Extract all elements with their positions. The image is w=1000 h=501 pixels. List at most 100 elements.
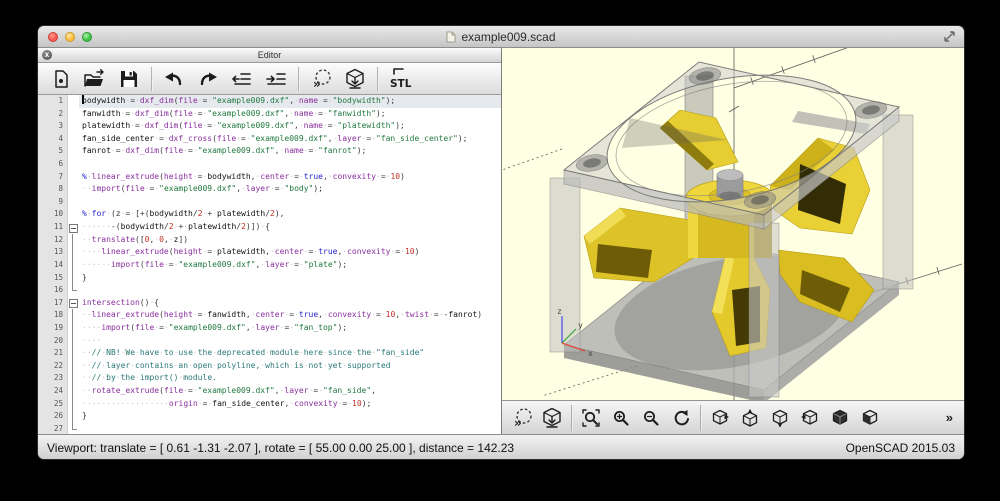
- code-line-text[interactable]: fanrot·=·dxf_dim(file·=·"example009.dxf"…: [79, 145, 501, 158]
- editor-pane: x Editor »STL 1bodywidth·=·dxf_dim(file·…: [38, 48, 502, 434]
- code-line-text[interactable]: intersection()·{: [79, 297, 501, 310]
- line-number: 24: [38, 385, 68, 398]
- code-line[interactable]: 13····linear_extrude(height·=·platewidth…: [38, 246, 501, 259]
- preview-button[interactable]: »: [507, 404, 537, 432]
- minimize-window-button[interactable]: [65, 32, 75, 42]
- code-line-text[interactable]: ··linear_extrude(height·=·fanwidth,·cent…: [79, 309, 501, 322]
- code-line[interactable]: 15}: [38, 272, 501, 285]
- window-title: example009.scad: [446, 30, 555, 44]
- code-line-text[interactable]: [79, 196, 501, 209]
- code-line[interactable]: 16: [38, 284, 501, 297]
- code-line[interactable]: 10%·for·(z·=·[+(bodywidth/2·+·platewidth…: [38, 208, 501, 221]
- code-line[interactable]: 20····: [38, 335, 501, 348]
- code-line[interactable]: 23··//·by·the·import()·module.: [38, 372, 501, 385]
- title-bar[interactable]: example009.scad: [38, 26, 964, 48]
- render-button[interactable]: [537, 404, 567, 432]
- toolbar-separator: [151, 67, 152, 91]
- code-line[interactable]: 6: [38, 158, 501, 171]
- code-line[interactable]: 17 intersection()·{: [38, 297, 501, 310]
- code-editor[interactable]: 1bodywidth·=·dxf_dim(file·=·"example009.…: [38, 95, 501, 434]
- code-line[interactable]: 8 ··import(file·=·"example009.dxf",·layer…: [38, 183, 501, 196]
- code-line-text[interactable]: ··//·NB!·We·have·to·use·the·deprecated·m…: [79, 347, 501, 360]
- zoom-out-button[interactable]: [636, 404, 666, 432]
- close-window-button[interactable]: [48, 32, 58, 42]
- toolbar-separator: [298, 67, 299, 91]
- code-line-text[interactable]: %·linear_extrude(height·=·bodywidth,·cen…: [79, 171, 501, 184]
- code-line-text[interactable]: [79, 158, 501, 171]
- line-number: 17: [38, 297, 68, 310]
- code-line[interactable]: 7%·linear_extrude(height·=·bodywidth,·ce…: [38, 171, 501, 184]
- code-line-text[interactable]: ······-(bodywidth/2·+·platewidth/2)])·{: [79, 221, 501, 234]
- view-bottom-button[interactable]: [765, 404, 795, 432]
- redo-button[interactable]: [191, 65, 225, 92]
- code-line-text[interactable]: }: [79, 272, 501, 285]
- code-line[interactable]: 25··················origin·=·fan_side_ce…: [38, 398, 501, 411]
- reset-view-button[interactable]: [666, 404, 696, 432]
- code-line-text[interactable]: ··rotate_extrude(file·=·"example009.dxf"…: [79, 385, 501, 398]
- code-line[interactable]: 26}: [38, 410, 501, 423]
- code-line[interactable]: 12··translate([0,·0,·z]): [38, 234, 501, 247]
- new-file-icon: [50, 68, 72, 90]
- save-icon: [118, 68, 140, 90]
- code-line-text[interactable]: %·for·(z·=·[+(bodywidth/2·+·platewidth/2…: [79, 208, 501, 221]
- fullscreen-resize-icon[interactable]: [943, 30, 956, 43]
- fold-marker[interactable]: [68, 297, 79, 310]
- code-line[interactable]: 1bodywidth·=·dxf_dim(file·=·"example009.…: [38, 95, 501, 108]
- code-line-text[interactable]: ····linear_extrude(height·=·platewidth,·…: [79, 246, 501, 259]
- indent-button[interactable]: [259, 65, 293, 92]
- stl-export-button[interactable]: STL: [383, 65, 417, 92]
- view-right-button[interactable]: [705, 404, 735, 432]
- view-left-button[interactable]: [795, 404, 825, 432]
- code-line-text[interactable]: [79, 423, 501, 434]
- code-line[interactable]: 11······-(bodywidth/2·+·platewidth/2)])·…: [38, 221, 501, 234]
- code-line[interactable]: 5fanrot·=·dxf_dim(file·=·"example009.dxf…: [38, 145, 501, 158]
- view-top-button[interactable]: [735, 404, 765, 432]
- unindent-button[interactable]: [225, 65, 259, 92]
- editor-close-icon[interactable]: x: [42, 50, 52, 60]
- code-line[interactable]: 14······import(file·=·"example009.dxf",·…: [38, 259, 501, 272]
- open-button[interactable]: [78, 65, 112, 92]
- zoom-all-button[interactable]: [576, 404, 606, 432]
- code-line-text[interactable]: ··//·by·the·import()·module.: [79, 372, 501, 385]
- code-line[interactable]: 4fan_side_center·=·dxf_cross(file·=·"exa…: [38, 133, 501, 146]
- code-line[interactable]: 9: [38, 196, 501, 209]
- code-line[interactable]: 27: [38, 423, 501, 434]
- toolbar-overflow-button[interactable]: »: [940, 410, 959, 425]
- line-number: 26: [38, 410, 68, 423]
- code-line[interactable]: 18··linear_extrude(height·=·fanwidth,·ce…: [38, 309, 501, 322]
- view-front-button[interactable]: [855, 404, 885, 432]
- code-line-text[interactable]: }: [79, 410, 501, 423]
- code-line[interactable]: 22··//·layer·contains·an·open·polyline,·…: [38, 360, 501, 373]
- code-line-text[interactable]: fanwidth·=·dxf_dim(file·=·"example009.dx…: [79, 108, 501, 121]
- render-button[interactable]: [338, 65, 372, 92]
- preview-button[interactable]: »: [304, 65, 338, 92]
- zoom-window-button[interactable]: [82, 32, 92, 42]
- save-button[interactable]: [112, 65, 146, 92]
- code-line-text[interactable]: bodywidth·=·dxf_dim(file·=·"example009.d…: [79, 95, 501, 108]
- code-line-text[interactable]: ····import(file·=·"example009.dxf",·laye…: [79, 322, 501, 335]
- code-line-text[interactable]: ····: [79, 335, 501, 348]
- new-file-button[interactable]: [44, 65, 78, 92]
- code-line[interactable]: 3platewidth·=·dxf_dim(file·=·"example009…: [38, 120, 501, 133]
- line-number: 8: [38, 183, 68, 196]
- code-line-text[interactable]: platewidth·=·dxf_dim(file·=·"example009.…: [79, 120, 501, 133]
- fold-marker[interactable]: [68, 221, 79, 234]
- code-line[interactable]: 19····import(file·=·"example009.dxf",·la…: [38, 322, 501, 335]
- zoom-in-button[interactable]: [606, 404, 636, 432]
- 3d-viewport-canvas[interactable]: z y x: [502, 48, 964, 400]
- code-line[interactable]: 21··//·NB!·We·have·to·use·the·deprecated…: [38, 347, 501, 360]
- code-line-text[interactable]: ··················origin·=·fan_side_cent…: [79, 398, 501, 411]
- code-line-text[interactable]: ······import(file·=·"example009.dxf",·la…: [79, 259, 501, 272]
- code-line-text[interactable]: ··translate([0,·0,·z]): [79, 234, 501, 247]
- code-line-text[interactable]: [79, 284, 501, 297]
- code-line-text[interactable]: fan_side_center·=·dxf_cross(file·=·"exam…: [79, 133, 501, 146]
- code-line[interactable]: 2fanwidth·=·dxf_dim(file·=·"example009.d…: [38, 108, 501, 121]
- view-back-button[interactable]: [825, 404, 855, 432]
- code-line-text[interactable]: ··//·layer·contains·an·open·polyline,·wh…: [79, 360, 501, 373]
- desktop-background: example009.scad x Editor »STL 1bodywidth…: [0, 0, 1000, 501]
- editor-toolbar: » STL: [38, 63, 501, 95]
- undo-button[interactable]: [157, 65, 191, 92]
- line-number: 27: [38, 423, 68, 434]
- code-line-text[interactable]: ··import(file·=·"example009.dxf",·layer·…: [79, 183, 501, 196]
- code-line[interactable]: 24 ··rotate_extrude(file·=·"example009.dx…: [38, 385, 501, 398]
